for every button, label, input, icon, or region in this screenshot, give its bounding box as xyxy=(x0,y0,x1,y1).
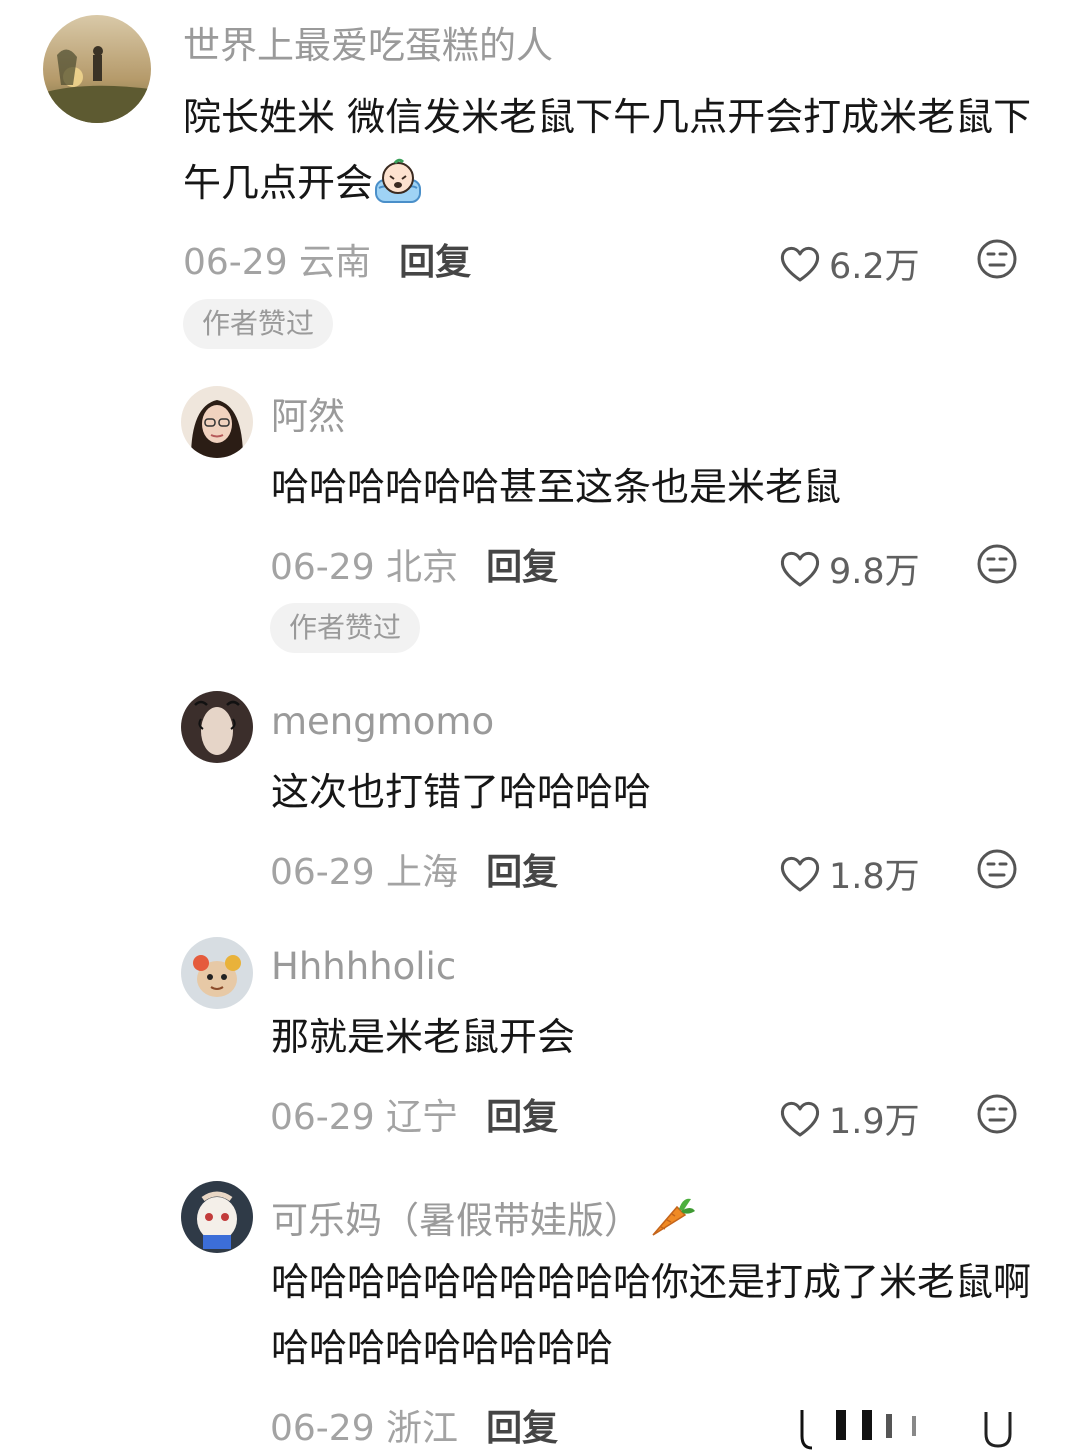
reply-button[interactable]: 回复 xyxy=(486,538,558,590)
like-button[interactable]: 6.2万 xyxy=(779,238,920,289)
heart-outline-icon xyxy=(780,1101,820,1136)
username[interactable]: 阿然 xyxy=(271,398,345,435)
comment-text: 院长姓米 微信发米老鼠下午几点开会打成米老鼠下午几点开会 xyxy=(183,84,1043,224)
avatar[interactable] xyxy=(181,386,253,458)
like-count: 1.9万 xyxy=(829,1102,920,1142)
carrot-emoji-icon xyxy=(647,1193,697,1245)
comment-text-content: 院长姓米 微信发米老鼠下午几点开会打成米老鼠下午几点开会 xyxy=(183,95,1032,205)
date-location: 06-29 上海 xyxy=(270,852,459,893)
comment-meta: 06-29 云南 回复 xyxy=(183,239,471,283)
date-location: 06-29 北京 xyxy=(270,547,459,588)
author-liked-badge: 作者赞过 xyxy=(270,603,421,653)
reply-button[interactable]: 回复 xyxy=(486,1088,558,1140)
heart-outline-icon xyxy=(780,856,820,891)
comment-meta: 06-29 北京 回复 xyxy=(270,544,558,588)
date-location: 06-29 辽宁 xyxy=(270,1097,459,1138)
neutral-face-icon[interactable] xyxy=(976,1093,1018,1135)
comment-text: 那就是米老鼠开会 xyxy=(271,1015,576,1059)
avatar[interactable] xyxy=(43,15,151,123)
comment-text: 哈哈哈哈哈哈甚至这条也是米老鼠 xyxy=(271,465,842,509)
avatar[interactable] xyxy=(181,1181,253,1253)
avatar[interactable] xyxy=(181,937,253,1009)
reply-button[interactable]: 回复 xyxy=(486,1399,558,1451)
reply-button[interactable]: 回复 xyxy=(399,233,471,285)
comment-text: 哈哈哈哈哈哈哈哈哈哈你还是打成了米老鼠啊哈哈哈哈哈哈哈哈哈 xyxy=(271,1260,1032,1370)
author-liked-badge: 作者赞过 xyxy=(183,299,334,349)
heart-outline-icon xyxy=(780,551,820,586)
username[interactable]: Hhhhholic xyxy=(271,948,456,985)
date-location: 06-29 云南 xyxy=(183,242,372,283)
like-button[interactable]: 1.9万 xyxy=(779,1093,920,1144)
date-location: 06-29 浙江 xyxy=(270,1408,459,1449)
like-count: 9.8万 xyxy=(829,552,920,592)
reply-button[interactable]: 回复 xyxy=(486,843,558,895)
comment-meta: 06-29 辽宁 回复 xyxy=(270,1094,558,1138)
crying-emoji-icon xyxy=(373,158,423,224)
username[interactable]: 世界上最爱吃蛋糕的人 xyxy=(183,27,553,64)
like-button[interactable]: 1.8万 xyxy=(779,848,920,899)
heart-outline-icon xyxy=(780,246,820,281)
comment-text: 这次也打错了哈哈哈哈 xyxy=(271,770,652,814)
username[interactable]: 可乐妈（暑假带娃版） xyxy=(271,1193,697,1245)
neutral-face-icon[interactable] xyxy=(976,238,1018,280)
comment-meta: 06-29 浙江 回复 xyxy=(270,1405,558,1449)
comment-meta: 06-29 上海 回复 xyxy=(270,849,558,893)
like-count: 1.8万 xyxy=(829,857,920,897)
avatar[interactable] xyxy=(181,691,253,763)
like-button[interactable]: 9.8万 xyxy=(779,543,920,594)
like-count: 6.2万 xyxy=(829,247,920,287)
username-text: 可乐妈（暑假带娃版） xyxy=(271,1199,641,1242)
username[interactable]: mengmomo xyxy=(271,703,494,740)
neutral-face-icon[interactable] xyxy=(976,848,1018,890)
neutral-face-icon[interactable] xyxy=(976,543,1018,585)
watermark-mark xyxy=(800,1410,1012,1450)
